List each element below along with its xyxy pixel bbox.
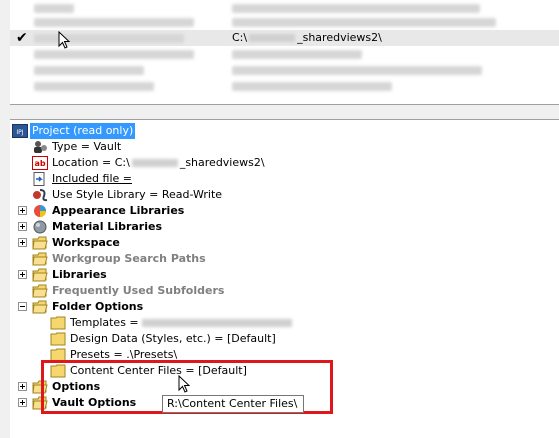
- project-name: [34, 50, 194, 59]
- expand-plus-icon[interactable]: [18, 238, 27, 247]
- folder-icon: [32, 284, 48, 298]
- project-name: [34, 34, 184, 43]
- included-file-icon: [33, 172, 45, 186]
- folder-icon: [32, 268, 48, 282]
- expand-plus-icon[interactable]: [18, 398, 27, 407]
- project-name: [34, 66, 144, 75]
- folder-icon: [50, 332, 66, 346]
- collapse-minus-icon[interactable]: [18, 302, 27, 311]
- style-library-icon: [33, 189, 48, 202]
- project-path: [232, 18, 496, 27]
- svg-text:ab: ab: [34, 159, 45, 168]
- expand-plus-icon[interactable]: [18, 382, 27, 391]
- project-path: [232, 82, 392, 91]
- tree-root-label: Project (read only): [30, 123, 136, 139]
- folder-icon: [32, 236, 48, 250]
- project-path: [232, 4, 480, 13]
- project-name: [34, 82, 154, 91]
- folder-icon: [32, 252, 48, 266]
- path-tooltip: R:\Content Center Files\: [162, 395, 304, 413]
- svg-text:IPJ: IPJ: [16, 129, 23, 136]
- project-path: [232, 50, 362, 59]
- project-name: [34, 4, 74, 13]
- ipj-project-icon: IPJ: [12, 124, 28, 138]
- project-row[interactable]: [10, 78, 559, 94]
- project-row[interactable]: [10, 14, 559, 30]
- mouse-cursor-icon: [178, 375, 190, 393]
- expand-plus-icon[interactable]: [18, 206, 27, 215]
- project-path: [232, 66, 482, 75]
- mouse-cursor-icon: [58, 31, 70, 49]
- project-name: [34, 18, 194, 27]
- expand-plus-icon[interactable]: [18, 270, 27, 279]
- folder-icon: [50, 316, 66, 330]
- location-text: Location = C:\ _sharedviews2\: [52, 156, 265, 169]
- project-row[interactable]: [10, 62, 559, 78]
- text-ab-icon: ab: [32, 156, 48, 170]
- project-path: C:\ _sharedviews2\: [232, 31, 382, 44]
- appearance-library-icon: [34, 205, 46, 217]
- project-row-active[interactable]: ✔ C:\ _sharedviews2\: [10, 30, 559, 46]
- vault-user-icon: [34, 141, 47, 153]
- project-row[interactable]: [10, 46, 559, 62]
- folder-icon: [32, 300, 48, 314]
- projects-list[interactable]: ✔ C:\ _sharedviews2\: [10, 0, 559, 105]
- active-check-icon: ✔: [16, 30, 28, 46]
- material-library-icon: [33, 220, 47, 234]
- expand-plus-icon[interactable]: [18, 222, 27, 231]
